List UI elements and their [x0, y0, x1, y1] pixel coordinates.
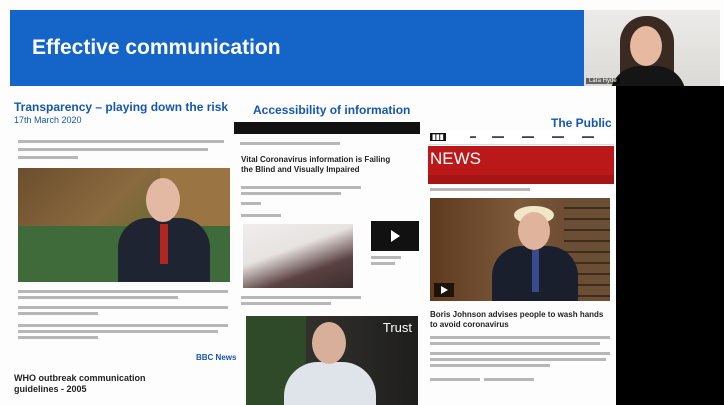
article-line [430, 188, 530, 191]
article-line [241, 186, 361, 189]
article-line [240, 142, 340, 145]
johnson-video-frame[interactable] [430, 198, 610, 301]
bbc-nav-item[interactable]: ▬▬ [582, 134, 594, 140]
article-line [18, 336, 98, 339]
article-line [18, 140, 224, 143]
who-heading-line1: WHO outbreak communication [14, 373, 146, 383]
article-line [18, 156, 78, 159]
article-line [241, 302, 331, 305]
accessibility-video-thumb[interactable] [371, 221, 419, 251]
participant-face [630, 26, 662, 66]
heading-transparency: Transparency – playing down the risk [14, 100, 229, 114]
article-line [241, 202, 261, 205]
trust-head [312, 322, 346, 364]
slide-title: Effective communication [32, 36, 281, 59]
whitty-press-photo [18, 168, 230, 282]
article-line [241, 296, 361, 299]
article-line [18, 290, 228, 293]
article-line [430, 352, 610, 355]
bbc-news-subnav [428, 175, 614, 184]
trust-shirt [284, 362, 376, 405]
who-guidelines-heading: WHO outbreak communication guidelines - … [14, 373, 146, 395]
accessibility-site-header [234, 122, 420, 134]
participant-name-tag: Lara Hyde [586, 78, 620, 84]
article-line [371, 262, 395, 265]
source-bbc-news: BBC News [196, 353, 237, 362]
participant-video-tile[interactable]: Lara Hyde [584, 10, 720, 86]
johnson-article-headline: Boris Johnson advises people to wash han… [430, 310, 604, 329]
photo-tie [160, 224, 168, 264]
article-line [241, 192, 341, 195]
transparency-date: 17th March 2020 [14, 115, 82, 125]
video-panel-black [616, 86, 724, 405]
bbc-nav-item[interactable]: ▬▬ [522, 134, 534, 140]
article-line [18, 312, 98, 315]
bbc-nav-item[interactable]: ▬▬ [492, 134, 504, 140]
bbc-nav-item[interactable]: ▬▬ [552, 134, 564, 140]
accessibility-article-image [243, 224, 353, 288]
article-line [484, 378, 534, 381]
photo-head [518, 212, 550, 250]
trust-label: Trust [382, 320, 412, 335]
photo-head [146, 178, 180, 222]
heading-public: The Public [551, 116, 612, 130]
bbc-news-banner: NEWS [428, 146, 614, 184]
article-line [18, 148, 208, 151]
presentation-slide: Effective communication Lara Hyde Transp… [0, 0, 724, 405]
article-line [241, 214, 281, 217]
accessibility-article-title: Vital Coronavirus information is Failing… [241, 155, 391, 174]
play-icon [391, 230, 400, 242]
article-line [18, 306, 228, 309]
photo-tie [532, 250, 539, 292]
title-bar: Effective communication [10, 10, 587, 86]
article-line [430, 364, 550, 367]
play-icon[interactable] [434, 283, 454, 297]
bbc-logo-icon: ▮▮▮ [430, 133, 446, 141]
trust-video-frame[interactable]: Trust [246, 316, 418, 405]
article-line [430, 336, 610, 339]
bbc-nav-bar: ▮▮▮ ▬ ▬▬ ▬▬ ▬▬ ▬▬ [428, 131, 614, 145]
article-line [18, 330, 218, 333]
heading-accessibility: Accessibility of information [253, 103, 411, 117]
article-line [430, 342, 600, 345]
article-line [18, 324, 228, 327]
bbc-nav-item[interactable]: ▬ [470, 134, 476, 140]
article-line [430, 378, 480, 381]
article-line [18, 296, 178, 299]
article-line [430, 358, 606, 361]
who-heading-line2: guidelines - 2005 [14, 384, 87, 394]
bbc-news-logo: NEWS [430, 149, 481, 168]
article-line [371, 256, 401, 259]
